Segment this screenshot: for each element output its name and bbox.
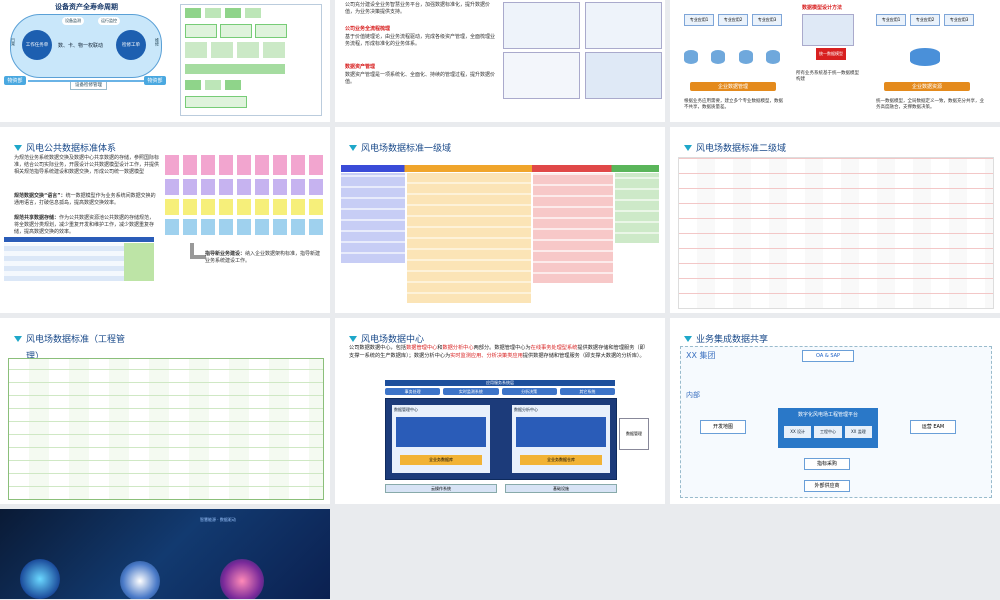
warehouse-button-left-label: 物资部 <box>7 78 23 84</box>
glow-circle-2 <box>120 561 160 599</box>
right-side-label: 维修 <box>155 38 160 46</box>
dc-bottom-1: 云操作系统 <box>385 484 497 493</box>
right-db <box>910 48 940 66</box>
glow-circle-3 <box>220 559 264 599</box>
left-app-1: 专业应用1 <box>684 14 714 26</box>
top-label-2: 运行监控 <box>98 17 120 25</box>
thumbnail-2 <box>585 2 662 49</box>
method-title: 数据模型设计方法 <box>802 5 843 11</box>
section-1-title: 公司业务全流程梳理 <box>345 26 391 32</box>
bottom-box: 指标采购 <box>804 458 850 470</box>
left-app-3: 专业应用3 <box>752 14 782 26</box>
slide-title-level1: 风电场数据标准一级域 <box>349 141 451 154</box>
slide-dark-cover[interactable]: 智慧能源 · 数据驱动 <box>0 509 330 599</box>
lifecycle-title: 设备资产全寿命周期 <box>55 3 118 11</box>
right-circle: 检修工单 <box>116 30 146 60</box>
colored-table <box>4 237 154 281</box>
empty-cell-1 <box>335 509 665 599</box>
dc-side-label: 数据管理 <box>619 418 649 450</box>
tab-other[interactable]: 其它系统 <box>559 388 615 395</box>
enterprise-data-resource-button[interactable]: 企业数据资源 <box>884 82 970 91</box>
para-1: 为规范业务系统数据交换及数据中心共享数据的存储，参照国际标准，结合公司实际业务，… <box>14 155 160 175</box>
warehouse-button-right-label: 物资部 <box>147 78 163 84</box>
top-label-1: 设备监测 <box>62 17 84 25</box>
left-caption: 根据业务应用需要，建立多个专业数据模型，数据不共享，数据质量差。 <box>684 99 783 110</box>
slide-lifecycle[interactable]: 设备资产全寿命周期 设备监测 运行监控 工作任务单 检修工单 数、卡、物一权联动… <box>0 0 330 122</box>
section-2-title: 数据资产管理 <box>345 64 376 70</box>
para-2: 规范数据交换“语言”：统一数据模型作为业务系统间数据交换的通用语言，打破信息孤岛… <box>14 193 156 206</box>
left-box: 开发地图 <box>700 420 746 434</box>
section-2-text: 数据资产管理是一项系统化、全面化、持续的管理过程，提升数据价值。 <box>345 72 496 85</box>
level2-diagram <box>678 157 994 309</box>
left-panel: 数据管理中心 全业务数据库 <box>392 405 490 473</box>
group-label: XX 集团 <box>686 351 716 360</box>
center-caption: 所有业务系统基于统一数据模型构建 <box>796 71 859 82</box>
warehouse-button-left[interactable]: 物资部 <box>4 76 26 85</box>
data-center-description: 公司数据数据中心，包括数据管理中心和数据分析中心两部分。数据管理中心为在线事务处… <box>349 345 645 359</box>
slide-title-public-standard: 风电公共数据标准体系 <box>14 141 116 154</box>
dc-main: 数据管理中心 全业务数据库 数据分析中心 全业务数据仓库 <box>385 398 617 480</box>
bottom-arrow-bar <box>28 80 144 82</box>
tab-transaction[interactable]: 事务处理 <box>385 388 441 395</box>
bottom-note: 指导新业务建设：纳入企业数据架构标准，指导新建业务系统建设工作。 <box>205 251 321 264</box>
title-marker-icon <box>14 144 22 151</box>
db-cylinders <box>165 155 325 235</box>
slide-public-data-standard[interactable]: 风电公共数据标准体系 为规范业务系统数据交换及数据中心共享数据的存储，参照国际标… <box>0 127 330 313</box>
cover-caption: 智慧能源 · 数据驱动 <box>200 517 236 522</box>
thumbnail-1 <box>503 2 580 49</box>
right-panel: 数据分析中心 全业务数据仓库 <box>512 405 610 473</box>
inner-label: 内部 <box>686 391 700 399</box>
right-app-1: 专业应用1 <box>876 14 906 26</box>
center-text: 数、卡、物一权联动 <box>58 43 104 49</box>
engineering-diagram <box>8 358 324 500</box>
center-diagram: 数据模型设计方法 统一数据模型 <box>796 4 860 64</box>
right-app-2: 专业应用2 <box>910 14 940 26</box>
right-box: 运营 EAM <box>910 420 956 434</box>
slide-data-model-method[interactable]: 专业应用1 专业应用2 专业应用3 企业数据管理 根据业务应用需要，建立多个专业… <box>670 0 1000 122</box>
intro-text: 公司充分建设全业务智慧业务平台，加强数据标准化，提升数据价值，为业务决策提供支持… <box>345 2 491 15</box>
tab-realtime[interactable]: 实时监测系统 <box>443 388 499 395</box>
glow-circle-1 <box>20 559 60 599</box>
title-marker-icon <box>14 335 22 342</box>
right-caption: 统一数据模型，全局数据定义一致，数据充分共享，业务高度融合，支撑数据决策。 <box>876 99 984 110</box>
left-db-row <box>684 50 780 64</box>
slide-business-integration[interactable]: 业务集成数据共享 XX 集团 内部 OA & SAP 开发地图 数字化风电场工程… <box>670 318 1000 504</box>
dc-tabs: 事务处理 实时监测系统 分析决策 其它系统 <box>385 388 615 395</box>
bottom-supplier-box: 外部供应商 <box>804 480 850 492</box>
enterprise-data-mgmt-button[interactable]: 企业数据管理 <box>690 82 776 91</box>
dc-top-bar: 应用服务系统层 <box>385 380 615 386</box>
domain-grid <box>341 165 659 305</box>
thumbnail-4 <box>585 52 662 99</box>
slide-title-level2: 风电场数据标准二级域 <box>684 141 786 154</box>
tab-analysis[interactable]: 分析决策 <box>501 388 557 395</box>
section-1-text: 基于价值链理论，由业务流程驱动，完成各级资产管理，全面梳理业务流程，形成标准化的… <box>345 34 496 47</box>
right-app-3: 专业应用3 <box>944 14 974 26</box>
slide-business-model[interactable]: 公司充分建设全业务智慧业务平台，加强数据标准化，提升数据价值，为业务决策提供支持… <box>335 0 665 122</box>
title-marker-icon <box>349 144 357 151</box>
right-circle-label: 检修工单 <box>122 43 140 48</box>
thumbnail-3 <box>503 52 580 99</box>
slide-level2-domain[interactable]: 风电场数据标准二级域 <box>670 127 1000 313</box>
left-circle: 工作任务单 <box>22 30 52 60</box>
left-app-2: 专业应用2 <box>718 14 748 26</box>
dc-bottom-2: 基础设施 <box>505 484 617 493</box>
right-diagram <box>175 0 325 122</box>
slide-engineering-standard[interactable]: 风电场数据标准（工程管 理） <box>0 318 330 504</box>
left-side-label: 日常 <box>11 38 16 46</box>
arrow-icon <box>190 243 206 259</box>
warehouse-button-right[interactable]: 物资部 <box>144 76 166 85</box>
platform-box: 数字化风电场工程管理平台 XX 设计 工程中心 XX 监理 <box>778 408 878 448</box>
para-3: 规范共享数据存储：作为公共数据资源池公共数据的存储规范，将全数据分类规划，减少重… <box>14 215 155 235</box>
slide-data-center[interactable]: 风电场数据中心 公司数据数据中心，包括数据管理中心和数据分析中心两部分。数据管理… <box>335 318 665 504</box>
slide-level1-domain[interactable]: 风电场数据标准一级域 <box>335 127 665 313</box>
title-marker-icon <box>349 335 357 342</box>
oa-sap-box: OA & SAP <box>802 350 854 362</box>
slide-title-integration: 业务集成数据共享 <box>684 332 768 345</box>
title-marker-icon <box>684 144 692 151</box>
title-marker-icon <box>684 335 692 342</box>
empty-cell-2 <box>670 509 1000 599</box>
left-circle-label: 工作任务单 <box>25 43 49 48</box>
